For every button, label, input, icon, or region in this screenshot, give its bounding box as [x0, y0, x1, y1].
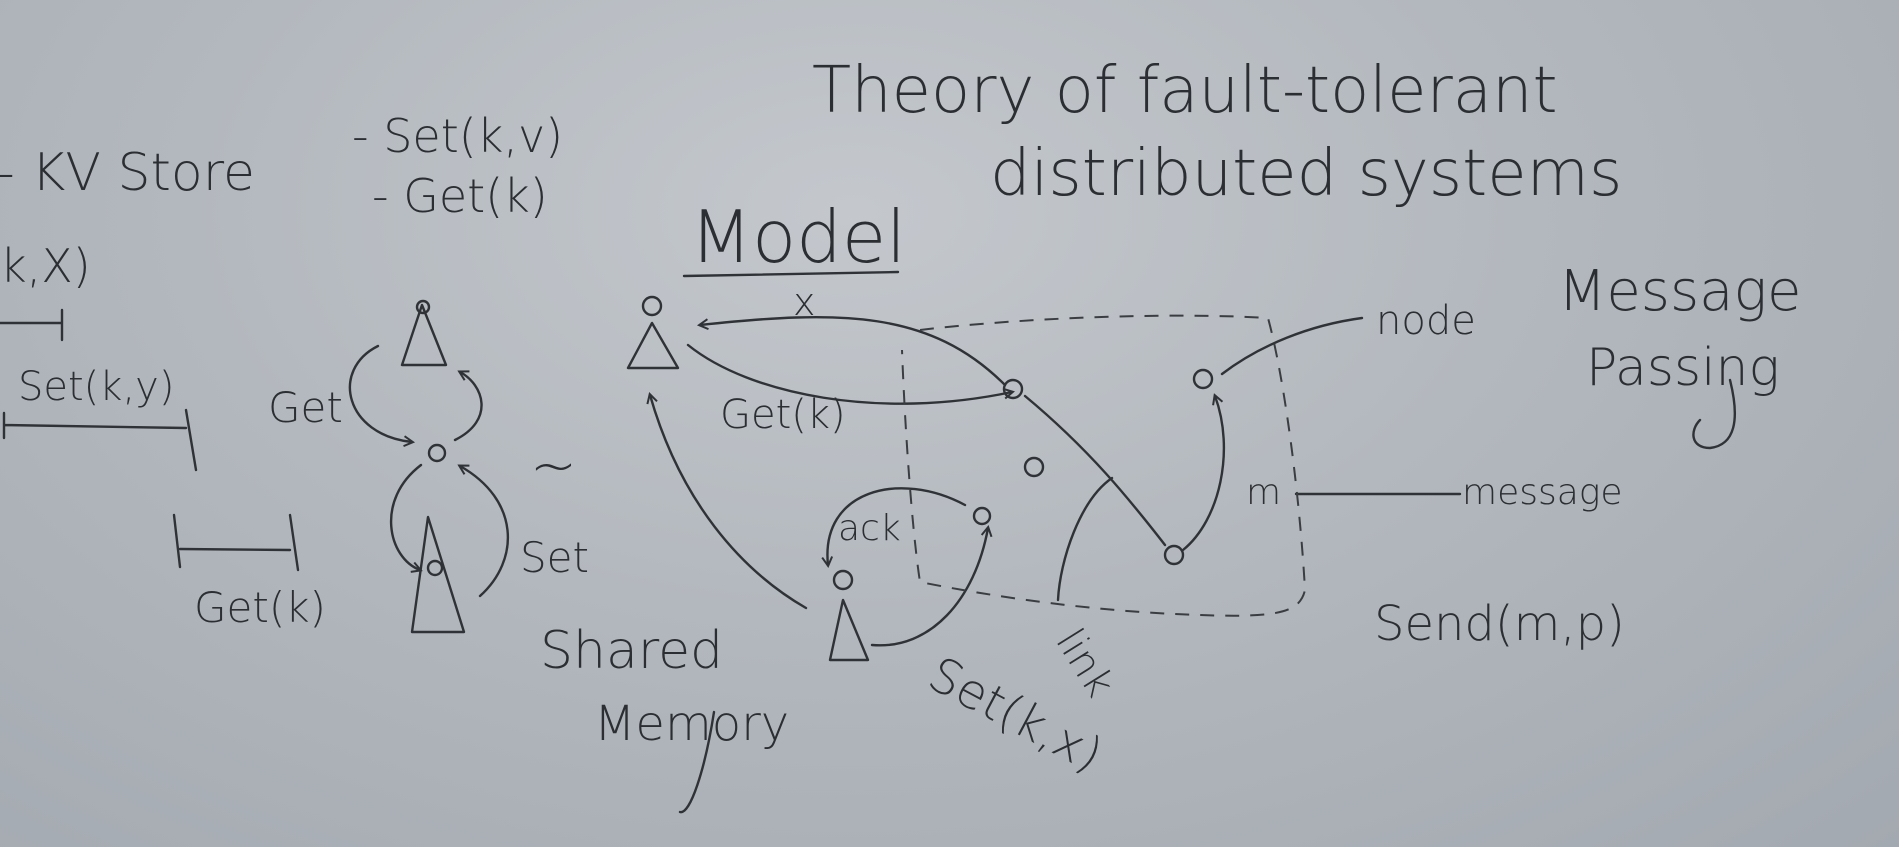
title-line1: Theory of fault-tolerant	[812, 54, 1558, 128]
get-interval	[172, 513, 300, 572]
second-client-triangle	[828, 598, 870, 662]
sm-caption-line1: Shared	[540, 621, 723, 681]
sm-caption-line2: Memory	[594, 696, 789, 752]
memory-node	[427, 443, 447, 463]
whiteboard: Theory of fault-tolerant distributed sys…	[0, 0, 1899, 847]
node-a	[1002, 378, 1024, 400]
message-arrow	[1181, 396, 1226, 552]
sm-set-label: Set	[520, 533, 589, 582]
get-response-arrow	[453, 372, 483, 442]
mp-send-label: Send(m,p)	[1374, 596, 1625, 652]
kv-op-set: - Set(k,v)	[352, 109, 563, 163]
kv-op-get: - Get(k)	[372, 169, 548, 223]
reply-arrow	[700, 315, 1007, 387]
system-boundary	[901, 314, 1307, 617]
set-response-arrow	[460, 466, 510, 598]
kv-store-heading: - KV Store	[0, 143, 255, 203]
left-get-label: Get(k)	[194, 583, 326, 632]
link-line	[1023, 394, 1167, 547]
model-node-label: node	[1376, 298, 1476, 344]
sm-get-label: Get	[268, 383, 343, 432]
model-ack-label: ack	[838, 508, 901, 549]
client-triangle	[626, 321, 680, 370]
node-d	[1163, 544, 1185, 566]
set-interval	[2, 408, 198, 472]
model-get-label: Get(k)	[720, 392, 846, 438]
model-heading: Model	[690, 195, 906, 279]
left-set-label: Set(k,y)	[18, 364, 174, 410]
title-line2: distributed systems	[990, 137, 1622, 211]
mp-line1: Message	[1558, 259, 1802, 324]
model-message-label: message	[1462, 472, 1623, 513]
link-pointer	[1056, 476, 1114, 602]
node-e	[972, 506, 992, 526]
second-client-head	[832, 569, 854, 591]
set-request-arrow	[389, 463, 421, 570]
model-m-label: m	[1246, 472, 1281, 513]
process-head-bottom	[426, 559, 444, 577]
node-b	[1023, 456, 1045, 478]
client-head	[641, 295, 663, 317]
node-c	[1192, 368, 1214, 390]
equivalence-tilde: ~	[530, 434, 577, 499]
mp-line2: Passing	[1586, 338, 1780, 398]
whiteboard-drawing: Theory of fault-tolerant distributed sys…	[0, 54, 1802, 814]
history-label: (k,X)	[0, 239, 91, 293]
node-pointer	[1220, 316, 1364, 376]
model-link-label: link	[1047, 621, 1124, 705]
history-bar-top	[0, 308, 64, 342]
